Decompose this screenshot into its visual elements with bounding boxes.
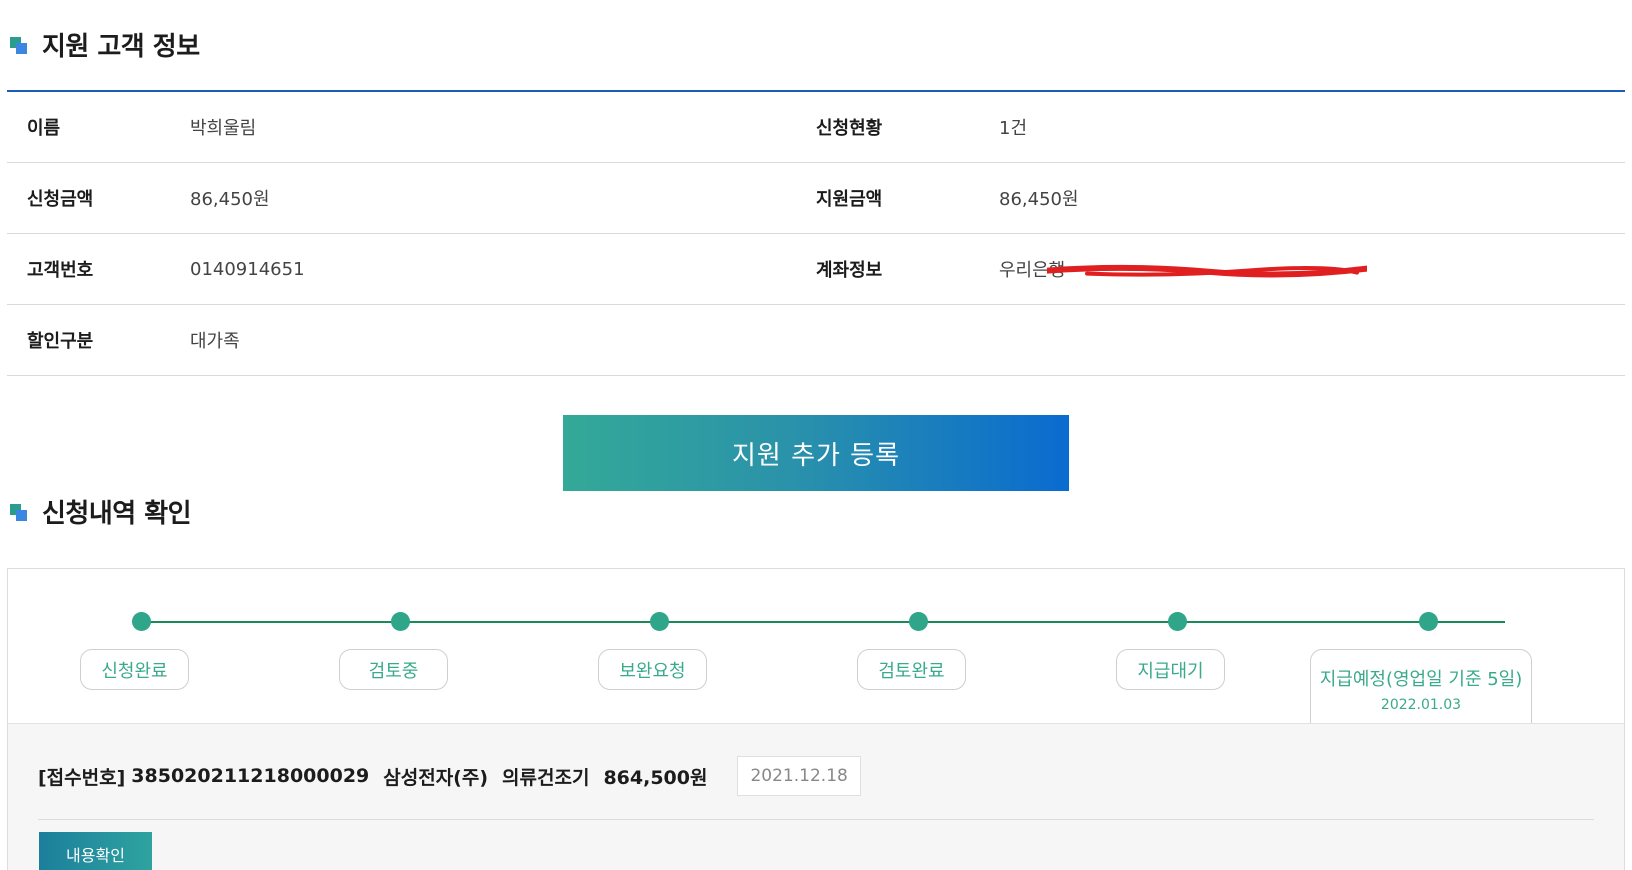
detail-divider bbox=[38, 819, 1594, 820]
progress-timeline-line bbox=[141, 621, 1505, 623]
application-history-box: 신청완료 검토중 보완요청 검토완료 지급대기 지급예정(영업일 기준 5일) … bbox=[7, 568, 1625, 870]
label-account-info: 계좌정보 bbox=[816, 260, 883, 281]
label-support-amount: 지원금액 bbox=[816, 189, 883, 210]
history-header: 신청내역 확인 bbox=[8, 493, 192, 530]
section-title-history: 신청내역 확인 bbox=[42, 499, 192, 529]
customer-info-header: 지원 고객 정보 bbox=[8, 26, 200, 63]
product-name: 의류건조기 bbox=[502, 766, 590, 789]
timeline-dot bbox=[132, 612, 151, 631]
step-reviewing: 검토중 bbox=[339, 649, 448, 690]
timeline-dot bbox=[909, 612, 928, 631]
application-date-badge: 2021.12.18 bbox=[737, 756, 861, 796]
receipt-label: [접수번호] bbox=[38, 766, 126, 789]
step-payment-scheduled-label: 지급예정(영업일 기준 5일) bbox=[1319, 668, 1523, 690]
application-summary: [접수번호] 385020211218000029 삼성전자(주) 의류건조기 … bbox=[38, 756, 875, 796]
company-name: 삼성전자(주) bbox=[383, 766, 489, 789]
timeline-dot bbox=[391, 612, 410, 631]
step-review-complete: 검토완료 bbox=[857, 649, 966, 690]
step-applied: 신청완료 bbox=[80, 649, 189, 690]
label-application-status: 신청현황 bbox=[816, 118, 883, 139]
customer-info-table: 이름 박희울림 신청현황 1건 신청금액 86,450원 지원금액 86,450… bbox=[7, 90, 1625, 376]
info-row: 이름 박희울림 신청현황 1건 bbox=[7, 92, 1625, 163]
label-requested-amount: 신청금액 bbox=[27, 189, 94, 210]
value-account-info: 우리은행 bbox=[999, 256, 1625, 282]
timeline-dot bbox=[650, 612, 669, 631]
label-discount-type: 할인구분 bbox=[27, 331, 94, 352]
label-customer-number: 고객번호 bbox=[27, 260, 94, 281]
application-amount: 864,500원 bbox=[603, 766, 708, 789]
timeline-dot bbox=[1419, 612, 1438, 631]
receipt-number: 385020211218000029 bbox=[131, 765, 370, 787]
section-bullet-icon bbox=[8, 501, 30, 523]
value-requested-amount: 86,450원 bbox=[190, 189, 270, 210]
step-supplement-requested: 보완요청 bbox=[598, 649, 707, 690]
add-support-button[interactable]: 지원 추가 등록 bbox=[563, 415, 1069, 491]
value-support-amount: 86,450원 bbox=[999, 189, 1079, 210]
step-payment-scheduled-date: 2022.01.03 bbox=[1380, 696, 1462, 713]
info-row: 할인구분 대가족 bbox=[7, 305, 1625, 376]
view-details-button[interactable]: 내용확인 bbox=[39, 832, 152, 870]
application-detail-panel: [접수번호] 385020211218000029 삼성전자(주) 의류건조기 … bbox=[8, 723, 1624, 870]
info-row: 고객번호 0140914651 계좌정보 우리은행 bbox=[7, 234, 1625, 305]
redaction-scribble bbox=[1047, 264, 1367, 278]
info-row: 신청금액 86,450원 지원금액 86,450원 bbox=[7, 163, 1625, 234]
timeline-dot bbox=[1168, 612, 1187, 631]
section-bullet-icon bbox=[8, 34, 30, 56]
step-payment-scheduled: 지급예정(영업일 기준 5일) 2022.01.03 bbox=[1310, 649, 1532, 725]
step-payment-pending: 지급대기 bbox=[1116, 649, 1225, 690]
label-name: 이름 bbox=[27, 118, 61, 139]
section-title-customer-info: 지원 고객 정보 bbox=[42, 32, 200, 62]
value-discount-type: 대가족 bbox=[190, 331, 240, 352]
value-name: 박희울림 bbox=[190, 118, 257, 139]
value-application-status: 1건 bbox=[999, 118, 1028, 139]
value-customer-number: 0140914651 bbox=[190, 258, 305, 280]
